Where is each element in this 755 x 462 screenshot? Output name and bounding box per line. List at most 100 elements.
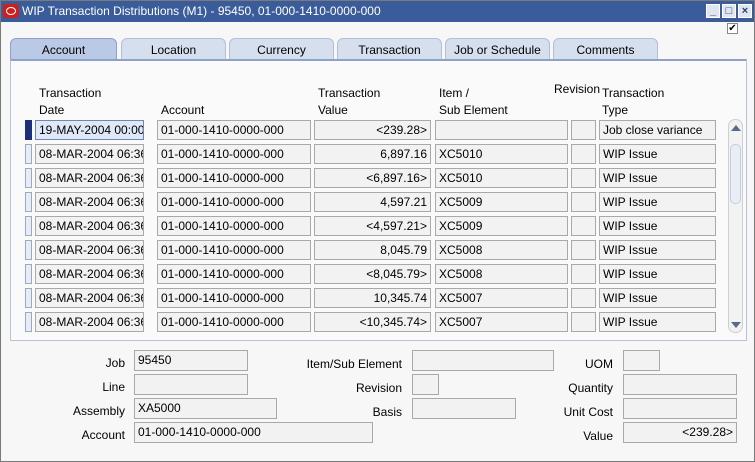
transaction-value-cell[interactable]: <8,045.79>	[314, 264, 431, 284]
col-header-account: Account	[161, 103, 205, 117]
tab-transaction[interactable]: Transaction	[337, 38, 442, 60]
transaction-type-cell[interactable]: WIP Issue	[599, 312, 716, 332]
scroll-down-arrow-icon[interactable]	[731, 322, 741, 328]
account-cell[interactable]: 01-000-1410-0000-000	[157, 216, 311, 236]
transaction-type-cell[interactable]: WIP Issue	[599, 216, 716, 236]
value-field[interactable]: <239.28>	[623, 422, 737, 443]
revision-cell[interactable]	[571, 312, 596, 332]
record-indicator[interactable]	[25, 120, 32, 140]
assembly-field[interactable]: XA5000	[134, 398, 277, 419]
account-cell[interactable]: 01-000-1410-0000-000	[157, 120, 311, 140]
account-cell[interactable]: 01-000-1410-0000-000	[157, 144, 311, 164]
item-cell[interactable]: XC5007	[435, 312, 568, 332]
col-header-transaction-value: Transaction Value	[318, 86, 381, 117]
item-cell[interactable]	[435, 120, 568, 140]
transaction-date-cell[interactable]: 08-MAR-2004 06:36	[35, 240, 144, 260]
account-cell[interactable]: 01-000-1410-0000-000	[157, 288, 311, 308]
transaction-date-cell[interactable]: 19-MAY-2004 00:00	[35, 120, 144, 140]
transaction-value-cell[interactable]: <239.28>	[314, 120, 431, 140]
line-label: Line	[102, 380, 125, 394]
revision-field[interactable]	[412, 374, 439, 395]
account-cell[interactable]: 01-000-1410-0000-000	[157, 264, 311, 284]
transaction-type-cell[interactable]: WIP Issue	[599, 288, 716, 308]
scroll-up-arrow-icon[interactable]	[731, 125, 741, 131]
transaction-type-cell[interactable]: WIP Issue	[599, 240, 716, 260]
job-field[interactable]: 95450	[134, 350, 248, 371]
transaction-value-cell[interactable]: <6,897.16>	[314, 168, 431, 188]
account-cell[interactable]: 01-000-1410-0000-000	[157, 192, 311, 212]
revision-cell[interactable]	[571, 216, 596, 236]
value-label: Value	[583, 429, 613, 443]
transaction-date-cell[interactable]: 08-MAR-2004 06:36	[35, 264, 144, 284]
item-cell[interactable]: XC5008	[435, 264, 568, 284]
transaction-value-cell[interactable]: 8,045.79	[314, 240, 431, 260]
record-indicator[interactable]	[25, 288, 32, 308]
transaction-value-cell[interactable]: <4,597.21>	[314, 216, 431, 236]
basis-field[interactable]	[412, 398, 516, 419]
uom-field[interactable]	[623, 350, 660, 371]
tab-job-or-schedule[interactable]: Job or Schedule	[445, 38, 550, 60]
record-indicator[interactable]	[25, 192, 32, 212]
transaction-value-cell[interactable]: 10,345.74	[314, 288, 431, 308]
quantity-field[interactable]	[623, 374, 737, 395]
transaction-type-cell[interactable]: WIP Issue	[599, 264, 716, 284]
tab-location[interactable]: Location	[121, 38, 226, 60]
account-label: Account	[81, 428, 125, 442]
transaction-type-cell[interactable]: Job close variance	[599, 120, 716, 140]
transaction-type-cell[interactable]: WIP Issue	[599, 192, 716, 212]
item-cell[interactable]: XC5009	[435, 192, 568, 212]
unit-cost-label: Unit Cost	[563, 405, 613, 419]
basis-label: Basis	[372, 405, 402, 419]
record-indicator[interactable]	[25, 168, 32, 188]
record-indicator[interactable]	[25, 312, 32, 332]
revision-cell[interactable]	[571, 264, 596, 284]
checkmark-icon: ✔	[727, 23, 738, 34]
transaction-value-cell[interactable]: <10,345.74>	[314, 312, 431, 332]
unit-cost-field[interactable]	[623, 398, 737, 419]
account-cell[interactable]: 01-000-1410-0000-000	[157, 312, 311, 332]
col-header-item-sub-element: Item / Sub Element	[439, 86, 508, 117]
item-sub-element-label: Item/Sub Element	[306, 357, 402, 371]
minimize-button[interactable]: _	[706, 4, 720, 18]
revision-cell[interactable]	[571, 240, 596, 260]
revision-cell[interactable]	[571, 168, 596, 188]
transaction-type-cell[interactable]: WIP Issue	[599, 168, 716, 188]
record-indicator[interactable]	[25, 144, 32, 164]
line-field[interactable]	[134, 374, 248, 395]
tab-comments[interactable]: Comments	[553, 38, 658, 60]
record-indicator[interactable]	[25, 264, 32, 284]
transaction-date-cell[interactable]: 08-MAR-2004 06:36	[35, 288, 144, 308]
record-indicator[interactable]	[25, 240, 32, 260]
scroll-thumb[interactable]	[730, 144, 741, 204]
account-cell[interactable]: 01-000-1410-0000-000	[157, 240, 311, 260]
job-label: Job	[105, 356, 125, 370]
account-field[interactable]: 01-000-1410-0000-000	[134, 422, 373, 443]
transaction-date-cell[interactable]: 08-MAR-2004 06:36	[35, 312, 144, 332]
revision-cell[interactable]	[571, 192, 596, 212]
item-cell[interactable]: XC5010	[435, 144, 568, 164]
item-cell[interactable]: XC5009	[435, 216, 568, 236]
tab-currency[interactable]: Currency	[229, 38, 334, 60]
item-cell[interactable]: XC5008	[435, 240, 568, 260]
transaction-date-cell[interactable]: 08-MAR-2004 06:36	[35, 216, 144, 236]
revision-cell[interactable]	[571, 144, 596, 164]
transaction-type-cell[interactable]: WIP Issue	[599, 144, 716, 164]
transaction-value-cell[interactable]: 6,897.16	[314, 144, 431, 164]
tab-account[interactable]: Account	[10, 38, 117, 60]
revision-cell[interactable]	[571, 120, 596, 140]
item-cell[interactable]: XC5010	[435, 168, 568, 188]
col-header-transaction-date: Transaction Date	[39, 86, 102, 117]
maximize-button[interactable]: □	[722, 4, 736, 18]
close-button[interactable]: ×	[738, 4, 752, 18]
vertical-scrollbar[interactable]	[728, 119, 743, 333]
transaction-date-cell[interactable]: 08-MAR-2004 06:36	[35, 168, 144, 188]
account-cell[interactable]: 01-000-1410-0000-000	[157, 168, 311, 188]
record-indicator[interactable]	[25, 216, 32, 236]
transaction-date-cell[interactable]: 08-MAR-2004 06:36	[35, 192, 144, 212]
oracle-logo-icon	[3, 4, 19, 18]
revision-cell[interactable]	[571, 288, 596, 308]
wip-transaction-distributions-window: WIP Transaction Distributions (M1) - 954…	[0, 0, 755, 462]
transaction-date-cell[interactable]: 08-MAR-2004 06:36	[35, 144, 144, 164]
item-cell[interactable]: XC5007	[435, 288, 568, 308]
transaction-value-cell[interactable]: 4,597.21	[314, 192, 431, 212]
